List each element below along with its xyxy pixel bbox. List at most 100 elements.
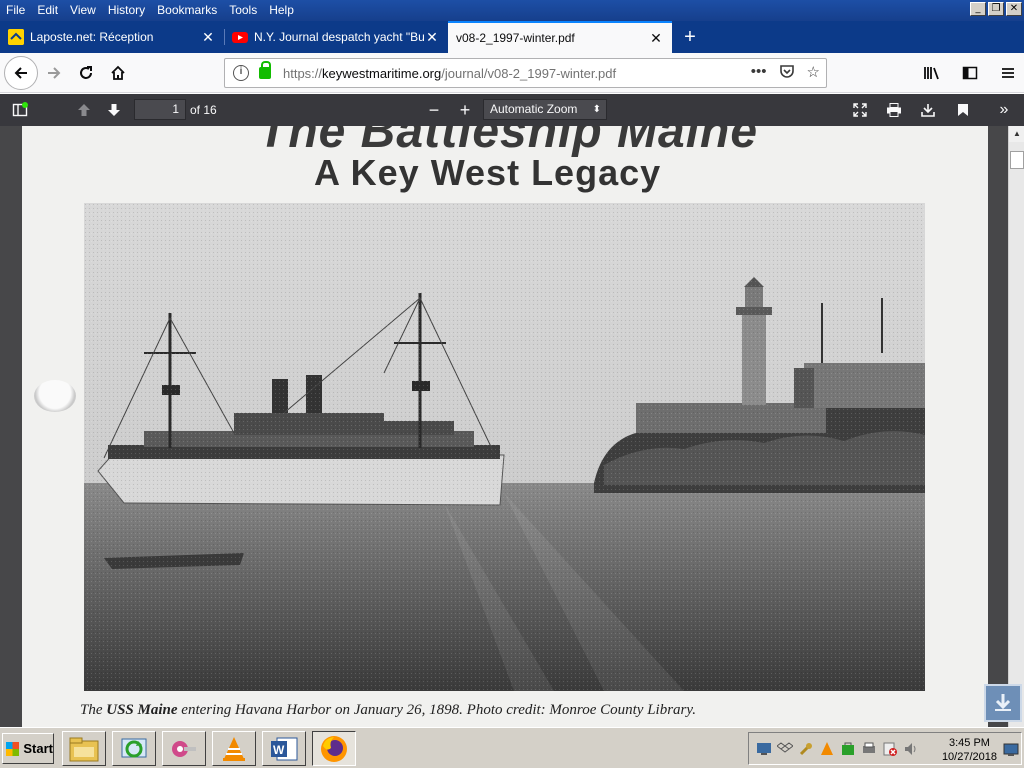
- print-button[interactable]: [880, 98, 908, 122]
- sync-app-button[interactable]: [112, 731, 156, 766]
- arrow-up-icon: [78, 104, 90, 116]
- close-tab-icon[interactable]: ✕: [648, 30, 664, 47]
- word-button[interactable]: W: [262, 731, 306, 766]
- window-controls: _ ❐ ✕: [970, 2, 1022, 16]
- vlc-icon: [223, 736, 245, 761]
- zoom-in-button[interactable]: +: [451, 98, 479, 122]
- tools-button[interactable]: »: [990, 98, 1018, 122]
- forward-button[interactable]: [38, 57, 70, 89]
- volume-icon[interactable]: [902, 740, 919, 757]
- previous-page-button[interactable]: [70, 98, 98, 122]
- hamburger-menu-icon: [1002, 68, 1014, 78]
- page-actions-icon[interactable]: •••: [751, 63, 767, 83]
- file-explorer-button[interactable]: [62, 731, 106, 766]
- bookmark-view-button[interactable]: [949, 98, 977, 122]
- presentation-mode-button[interactable]: [846, 98, 874, 122]
- network-monitor-icon[interactable]: [755, 740, 772, 757]
- fullscreen-icon: [853, 103, 867, 117]
- zoom-select[interactable]: Automatic Zoom: [483, 99, 607, 120]
- close-window-button[interactable]: ✕: [1006, 2, 1022, 16]
- toolbar-right: [916, 57, 1024, 89]
- sync-icon: [121, 738, 147, 757]
- youtube-favicon-icon: [232, 29, 248, 45]
- page-count-label: of 16: [190, 103, 217, 117]
- bookmark-icon: [958, 104, 968, 116]
- tab-youtube[interactable]: N.Y. Journal despatch yacht "Bucc ✕: [224, 21, 448, 53]
- page-number-input[interactable]: 1: [134, 99, 186, 120]
- scroll-thumb[interactable]: [1010, 151, 1024, 169]
- pdf-viewer[interactable]: The Battleship Maine A Key West Legacy T…: [0, 126, 1008, 727]
- start-button[interactable]: Start: [2, 733, 54, 764]
- tab-title: Laposte.net: Réception: [30, 30, 154, 44]
- printer-icon: [887, 103, 901, 117]
- close-tab-icon[interactable]: ✕: [424, 29, 440, 46]
- download-overlay-button[interactable]: [984, 684, 1022, 722]
- save-icon: [921, 104, 935, 117]
- antivirus-alert-icon[interactable]: [881, 740, 898, 757]
- download-button[interactable]: [914, 98, 942, 122]
- navigation-bar: i https://keywestmaritime.org/journal/v0…: [0, 53, 1024, 93]
- url-text[interactable]: https://keywestmaritime.org/journal/v08-…: [283, 66, 616, 81]
- firefox-button[interactable]: [312, 731, 356, 766]
- site-info-icon[interactable]: i: [233, 65, 249, 81]
- minus-icon: −: [428, 99, 440, 120]
- menu-tools[interactable]: Tools: [223, 0, 263, 21]
- new-tab-button[interactable]: +: [672, 21, 708, 53]
- keys-icon: [172, 740, 196, 757]
- firefox-icon: [321, 735, 347, 762]
- restore-button[interactable]: ❐: [988, 2, 1004, 16]
- back-arrow-icon: [14, 66, 27, 79]
- home-icon: [111, 65, 125, 80]
- tab-laposte[interactable]: Laposte.net: Réception ✕: [0, 21, 224, 53]
- menu-edit[interactable]: Edit: [31, 0, 64, 21]
- security-shield-icon[interactable]: [839, 740, 856, 757]
- menu-file[interactable]: File: [0, 0, 31, 21]
- pocket-icon[interactable]: [779, 63, 795, 83]
- tab-pdf[interactable]: v08-2_1997-winter.pdf ✕: [448, 21, 672, 53]
- zoom-out-button[interactable]: −: [420, 98, 448, 122]
- secure-lock-icon[interactable]: [259, 61, 271, 79]
- word-icon: W: [271, 737, 298, 760]
- menu-bookmarks[interactable]: Bookmarks: [151, 0, 223, 21]
- tab-title: N.Y. Journal despatch yacht "Bucc: [254, 30, 424, 44]
- toggle-sidebar-button[interactable]: [6, 98, 34, 122]
- arrow-down-icon: [108, 104, 120, 116]
- document-subtitle: A Key West Legacy: [314, 152, 662, 193]
- menu-bar: File Edit View History Bookmarks Tools H…: [0, 0, 1024, 21]
- menu-view[interactable]: View: [64, 0, 102, 21]
- tools-wrench-icon[interactable]: [797, 740, 814, 757]
- menu-history[interactable]: History: [102, 0, 151, 21]
- back-button[interactable]: [4, 55, 38, 90]
- printer-tray-icon[interactable]: [860, 740, 877, 757]
- open-menu-button[interactable]: [992, 57, 1024, 89]
- clock-time: 3:45 PM: [948, 737, 990, 749]
- punch-hole: [34, 380, 76, 412]
- close-tab-icon[interactable]: ✕: [200, 29, 216, 46]
- library-button[interactable]: [916, 57, 948, 89]
- forward-arrow-icon: [48, 66, 61, 79]
- sidebar-toggle-icon: [12, 102, 28, 117]
- bookmark-star-icon[interactable]: ☆: [807, 63, 820, 83]
- reload-button[interactable]: [70, 57, 102, 89]
- next-page-button[interactable]: [100, 98, 128, 122]
- sidebar-icon: [962, 66, 978, 80]
- home-button[interactable]: [102, 57, 134, 89]
- scroll-up-icon[interactable]: ▲: [1009, 126, 1024, 142]
- dropbox-icon[interactable]: [776, 740, 793, 757]
- laposte-favicon-icon: [8, 29, 24, 45]
- download-arrow-icon: [995, 694, 1011, 711]
- vlc-button[interactable]: [212, 731, 256, 766]
- library-icon: [924, 67, 939, 80]
- system-tray: 3:45 PM 10/27/2018: [748, 732, 1022, 765]
- vlc-tray-icon[interactable]: [818, 740, 835, 757]
- show-desktop-icon[interactable]: [1002, 741, 1019, 758]
- minimize-button[interactable]: _: [970, 2, 986, 16]
- sidebar-button[interactable]: [954, 57, 986, 89]
- keys-app-button[interactable]: [162, 731, 206, 766]
- url-bar[interactable]: i https://keywestmaritime.org/journal/v0…: [224, 58, 827, 88]
- vertical-scrollbar[interactable]: ▲: [1008, 126, 1024, 727]
- clock[interactable]: 3:45 PM 10/27/2018: [942, 736, 997, 764]
- windows-logo-icon: [6, 741, 20, 756]
- file-explorer-icon: [69, 737, 99, 761]
- menu-help[interactable]: Help: [263, 0, 300, 21]
